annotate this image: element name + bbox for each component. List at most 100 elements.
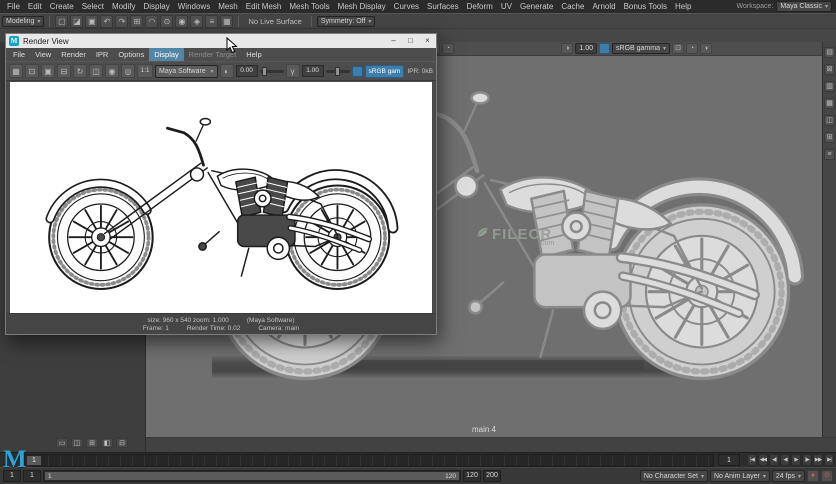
go-to-end-button[interactable]: ▶| bbox=[824, 454, 834, 466]
xray-icon[interactable]: ◔ bbox=[442, 43, 454, 54]
gamma-slider[interactable] bbox=[326, 70, 350, 73]
refresh-ipr-region-icon[interactable]: ↻ bbox=[73, 64, 87, 78]
snapshot-icon[interactable]: ⊡ bbox=[672, 43, 684, 54]
screen-space-ao-icon[interactable]: ◑ bbox=[700, 43, 712, 54]
range-slider[interactable]: 1 120 bbox=[43, 470, 461, 482]
render-view-menu-item[interactable]: Help bbox=[241, 48, 266, 61]
render-view-menu-item[interactable]: IPR bbox=[91, 48, 114, 61]
exposure-field[interactable]: 0.00 bbox=[236, 65, 258, 77]
snapshot-icon[interactable]: ◫ bbox=[89, 64, 103, 78]
modeling-toolkit-icon[interactable]: ⊞ bbox=[824, 132, 835, 143]
snap-to-projected-center-icon[interactable]: ◉ bbox=[175, 15, 188, 28]
menu-item[interactable]: Curves bbox=[390, 0, 423, 13]
new-scene-icon[interactable]: ▢ bbox=[55, 15, 68, 28]
menu-item[interactable]: Create bbox=[46, 0, 78, 13]
time-slider[interactable]: 1 bbox=[24, 454, 714, 467]
color-management-toggle[interactable] bbox=[352, 66, 363, 77]
open-scene-icon[interactable]: ◪ bbox=[70, 15, 83, 28]
animation-preferences-icon[interactable]: ⊙ bbox=[821, 470, 833, 482]
menu-item[interactable]: Edit bbox=[24, 0, 46, 13]
isolate-select-icon[interactable]: ◔ bbox=[686, 43, 698, 54]
redo-icon[interactable]: ↷ bbox=[115, 15, 128, 28]
render-canvas[interactable] bbox=[10, 82, 432, 313]
renderer-dropdown[interactable]: Maya Software ▾ bbox=[155, 65, 218, 78]
ipr-render-icon[interactable]: ▣ bbox=[41, 64, 55, 78]
snap-to-point-icon[interactable]: ⊙ bbox=[160, 15, 173, 28]
save-scene-icon[interactable]: ▣ bbox=[85, 15, 98, 28]
menu-item[interactable]: UV bbox=[497, 0, 516, 13]
menu-item[interactable]: File bbox=[3, 0, 24, 13]
display-alpha-icon[interactable]: ◎ bbox=[121, 64, 135, 78]
single-pane-layout-icon[interactable]: ▭ bbox=[56, 438, 68, 448]
render-view-menu-item[interactable]: View bbox=[30, 48, 56, 61]
gamma-field[interactable]: 1.00 bbox=[302, 65, 324, 77]
workspace-dropdown[interactable]: Maya Classic ▾ bbox=[776, 1, 832, 12]
pause-ipr-icon[interactable]: ⊟ bbox=[57, 64, 71, 78]
content-browser-icon[interactable]: ◫ bbox=[824, 115, 835, 126]
menu-item[interactable]: Bonus Tools bbox=[620, 0, 671, 13]
channel-box-icon[interactable]: ▥ bbox=[824, 81, 835, 92]
persp-graph-layout-icon[interactable]: ⊟ bbox=[116, 438, 128, 448]
make-live-icon[interactable]: ◈ bbox=[190, 15, 203, 28]
outliner-persp-layout-icon[interactable]: ◧ bbox=[101, 438, 113, 448]
go-to-start-button[interactable]: |◀ bbox=[747, 454, 757, 466]
auto-keyframe-icon[interactable]: ● bbox=[807, 470, 819, 482]
menu-item[interactable]: Surfaces bbox=[423, 0, 463, 13]
menu-item[interactable]: Arnold bbox=[588, 0, 619, 13]
snap-to-curve-icon[interactable]: ◠ bbox=[145, 15, 158, 28]
symmetry-dropdown[interactable]: Symmetry: Off ▾ bbox=[317, 16, 376, 27]
srgb-gamma-button[interactable]: sRGB gam bbox=[365, 65, 405, 78]
minimize-button[interactable]: – bbox=[385, 34, 402, 48]
exposure-slider[interactable] bbox=[260, 70, 284, 73]
playback-end-field[interactable]: 120 bbox=[463, 470, 481, 482]
menu-item[interactable]: Generate bbox=[516, 0, 557, 13]
render-view-menu-item[interactable]: Display bbox=[149, 48, 184, 61]
menu-item[interactable]: Display bbox=[140, 0, 174, 13]
menu-item[interactable]: Select bbox=[78, 0, 108, 13]
step-forward-frame-button[interactable]: ▶▶ bbox=[813, 454, 823, 466]
anim-layer-dropdown[interactable]: No Anim Layer ▾ bbox=[710, 470, 770, 482]
render-view-menu-item[interactable]: Options bbox=[113, 48, 149, 61]
play-backwards-button[interactable]: ◀ bbox=[780, 454, 790, 466]
animation-end-field[interactable]: 200 bbox=[483, 470, 501, 482]
fps-dropdown[interactable]: 24 fps ▾ bbox=[772, 470, 805, 482]
maximize-button[interactable]: □ bbox=[402, 34, 419, 48]
menu-item[interactable]: Modify bbox=[108, 0, 140, 13]
render-region-icon[interactable]: ⊡ bbox=[25, 64, 39, 78]
menu-item[interactable]: Windows bbox=[174, 0, 214, 13]
step-back-frame-button[interactable]: ◀◀ bbox=[758, 454, 768, 466]
range-slider-bar[interactable]: 1 120 bbox=[45, 472, 459, 480]
construction-history-icon[interactable]: ≡ bbox=[205, 15, 218, 28]
four-pane-layout-icon[interactable]: ⊞ bbox=[86, 438, 98, 448]
view-transform-dropdown[interactable]: sRGB gamma ▾ bbox=[612, 43, 670, 54]
menu-set-dropdown[interactable]: Modeling ▾ bbox=[2, 16, 44, 27]
outliner-icon[interactable]: ≡ bbox=[824, 149, 835, 160]
current-time-field[interactable]: 1 bbox=[718, 454, 740, 466]
menu-item[interactable]: Mesh bbox=[214, 0, 242, 13]
two-pane-layout-icon[interactable]: ◫ bbox=[71, 438, 83, 448]
current-frame-indicator[interactable]: 1 bbox=[27, 456, 41, 465]
undo-icon[interactable]: ↶ bbox=[100, 15, 113, 28]
close-button[interactable]: × bbox=[419, 34, 436, 48]
viewport-gamma-field[interactable]: 1.00 bbox=[575, 43, 597, 54]
step-back-key-button[interactable]: ◀| bbox=[769, 454, 779, 466]
snap-to-grid-icon[interactable]: ⊞ bbox=[130, 15, 143, 28]
one-to-one-zoom-button[interactable]: 1:1 bbox=[137, 64, 153, 78]
play-forwards-button[interactable]: ▶ bbox=[791, 454, 801, 466]
attribute-editor-icon[interactable]: ▤ bbox=[824, 47, 835, 58]
menu-item[interactable]: Help bbox=[671, 0, 695, 13]
render-view-titlebar[interactable]: M Render View –□× bbox=[6, 34, 436, 48]
render-view-menu-item[interactable]: Render bbox=[56, 48, 91, 61]
redo-previous-render-icon[interactable]: ▦ bbox=[9, 64, 23, 78]
menu-item[interactable]: Cache bbox=[557, 0, 588, 13]
render-current-frame-icon[interactable]: ▦ bbox=[220, 15, 233, 28]
display-rgb-icon[interactable]: ◉ bbox=[105, 64, 119, 78]
render-view-menu-item[interactable]: File bbox=[8, 48, 30, 61]
tool-settings-icon[interactable]: ⊠ bbox=[824, 64, 835, 75]
menu-item[interactable]: Edit Mesh bbox=[242, 0, 286, 13]
layer-editor-icon[interactable]: ▦ bbox=[824, 98, 835, 109]
menu-item[interactable]: Mesh Tools bbox=[285, 0, 333, 13]
color-management-toggle[interactable] bbox=[599, 43, 610, 54]
menu-item[interactable]: Deform bbox=[463, 0, 497, 13]
character-set-dropdown[interactable]: No Character Set ▾ bbox=[640, 470, 708, 482]
